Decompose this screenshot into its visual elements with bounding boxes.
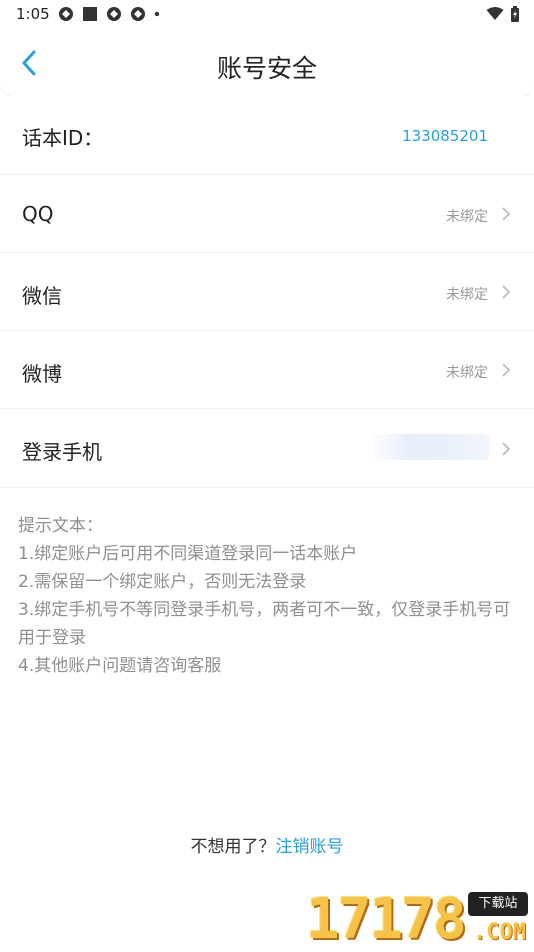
deactivate-prompt: 不想用了？ — [191, 837, 276, 857]
binding-label-qq: QQ — [22, 202, 53, 226]
notification-icon — [58, 6, 74, 22]
watermark-domain: .COM — [473, 920, 526, 945]
status-time: 1:05 — [16, 5, 50, 23]
binding-row-weibo[interactable]: 微博 未绑定 — [0, 331, 534, 409]
binding-status-wechat: 未绑定 — [446, 284, 488, 304]
watermark-digits: 17178 — [306, 890, 465, 950]
notification-icon — [130, 6, 146, 22]
tips-section: 提示文本： 1.绑定账户后可用不同渠道登录同一话本账户 2.需保留一个绑定账户，… — [18, 512, 518, 680]
login-phone-label: 登录手机 — [22, 436, 102, 465]
battery-icon — [510, 6, 520, 22]
login-phone-row[interactable]: 登录手机 — [0, 409, 534, 488]
dot-icon — [154, 6, 160, 22]
notification-icon — [106, 6, 122, 22]
chevron-right-icon — [500, 363, 512, 377]
binding-status-weibo: 未绑定 — [446, 362, 488, 382]
square-icon — [82, 6, 98, 22]
tip-line: 1.绑定账户后可用不同渠道登录同一话本账户 — [18, 540, 518, 568]
binding-label-wechat: 微信 — [22, 280, 62, 309]
watermark-logo: 17178 下载站 .COM — [304, 888, 530, 950]
chevron-right-icon — [500, 207, 512, 221]
chevron-right-icon — [500, 442, 512, 456]
account-id-value: 133085201 — [402, 127, 488, 145]
phone-number-blurred — [368, 434, 490, 460]
deactivate-section: 不想用了？注销账号 — [0, 832, 534, 857]
tips-title: 提示文本： — [18, 512, 518, 540]
page-title: 账号安全 — [0, 49, 534, 85]
watermark-badge: 下载站 — [468, 892, 528, 916]
account-id-row: 话本ID： 133085201 — [0, 96, 534, 175]
account-id-label: 话本ID： — [22, 122, 103, 151]
header-bar: 账号安全 — [0, 28, 534, 97]
deactivate-account-link[interactable]: 注销账号 — [276, 837, 344, 857]
tip-line: 3.绑定手机号不等同登录手机号，两者可不一致，仅登录手机号可用于登录 — [18, 596, 518, 652]
tip-line: 4.其他账户问题请咨询客服 — [18, 652, 518, 680]
status-system-icons — [486, 6, 520, 22]
binding-row-wechat[interactable]: 微信 未绑定 — [0, 253, 534, 331]
status-notification-icons — [58, 6, 160, 22]
wifi-icon — [486, 7, 504, 21]
binding-label-weibo: 微博 — [22, 358, 62, 387]
chevron-right-icon — [500, 285, 512, 299]
binding-row-qq[interactable]: QQ 未绑定 — [0, 175, 534, 253]
binding-status-qq: 未绑定 — [446, 206, 488, 226]
status-bar: 1:05 — [0, 0, 534, 28]
tip-line: 2.需保留一个绑定账户，否则无法登录 — [18, 568, 518, 596]
